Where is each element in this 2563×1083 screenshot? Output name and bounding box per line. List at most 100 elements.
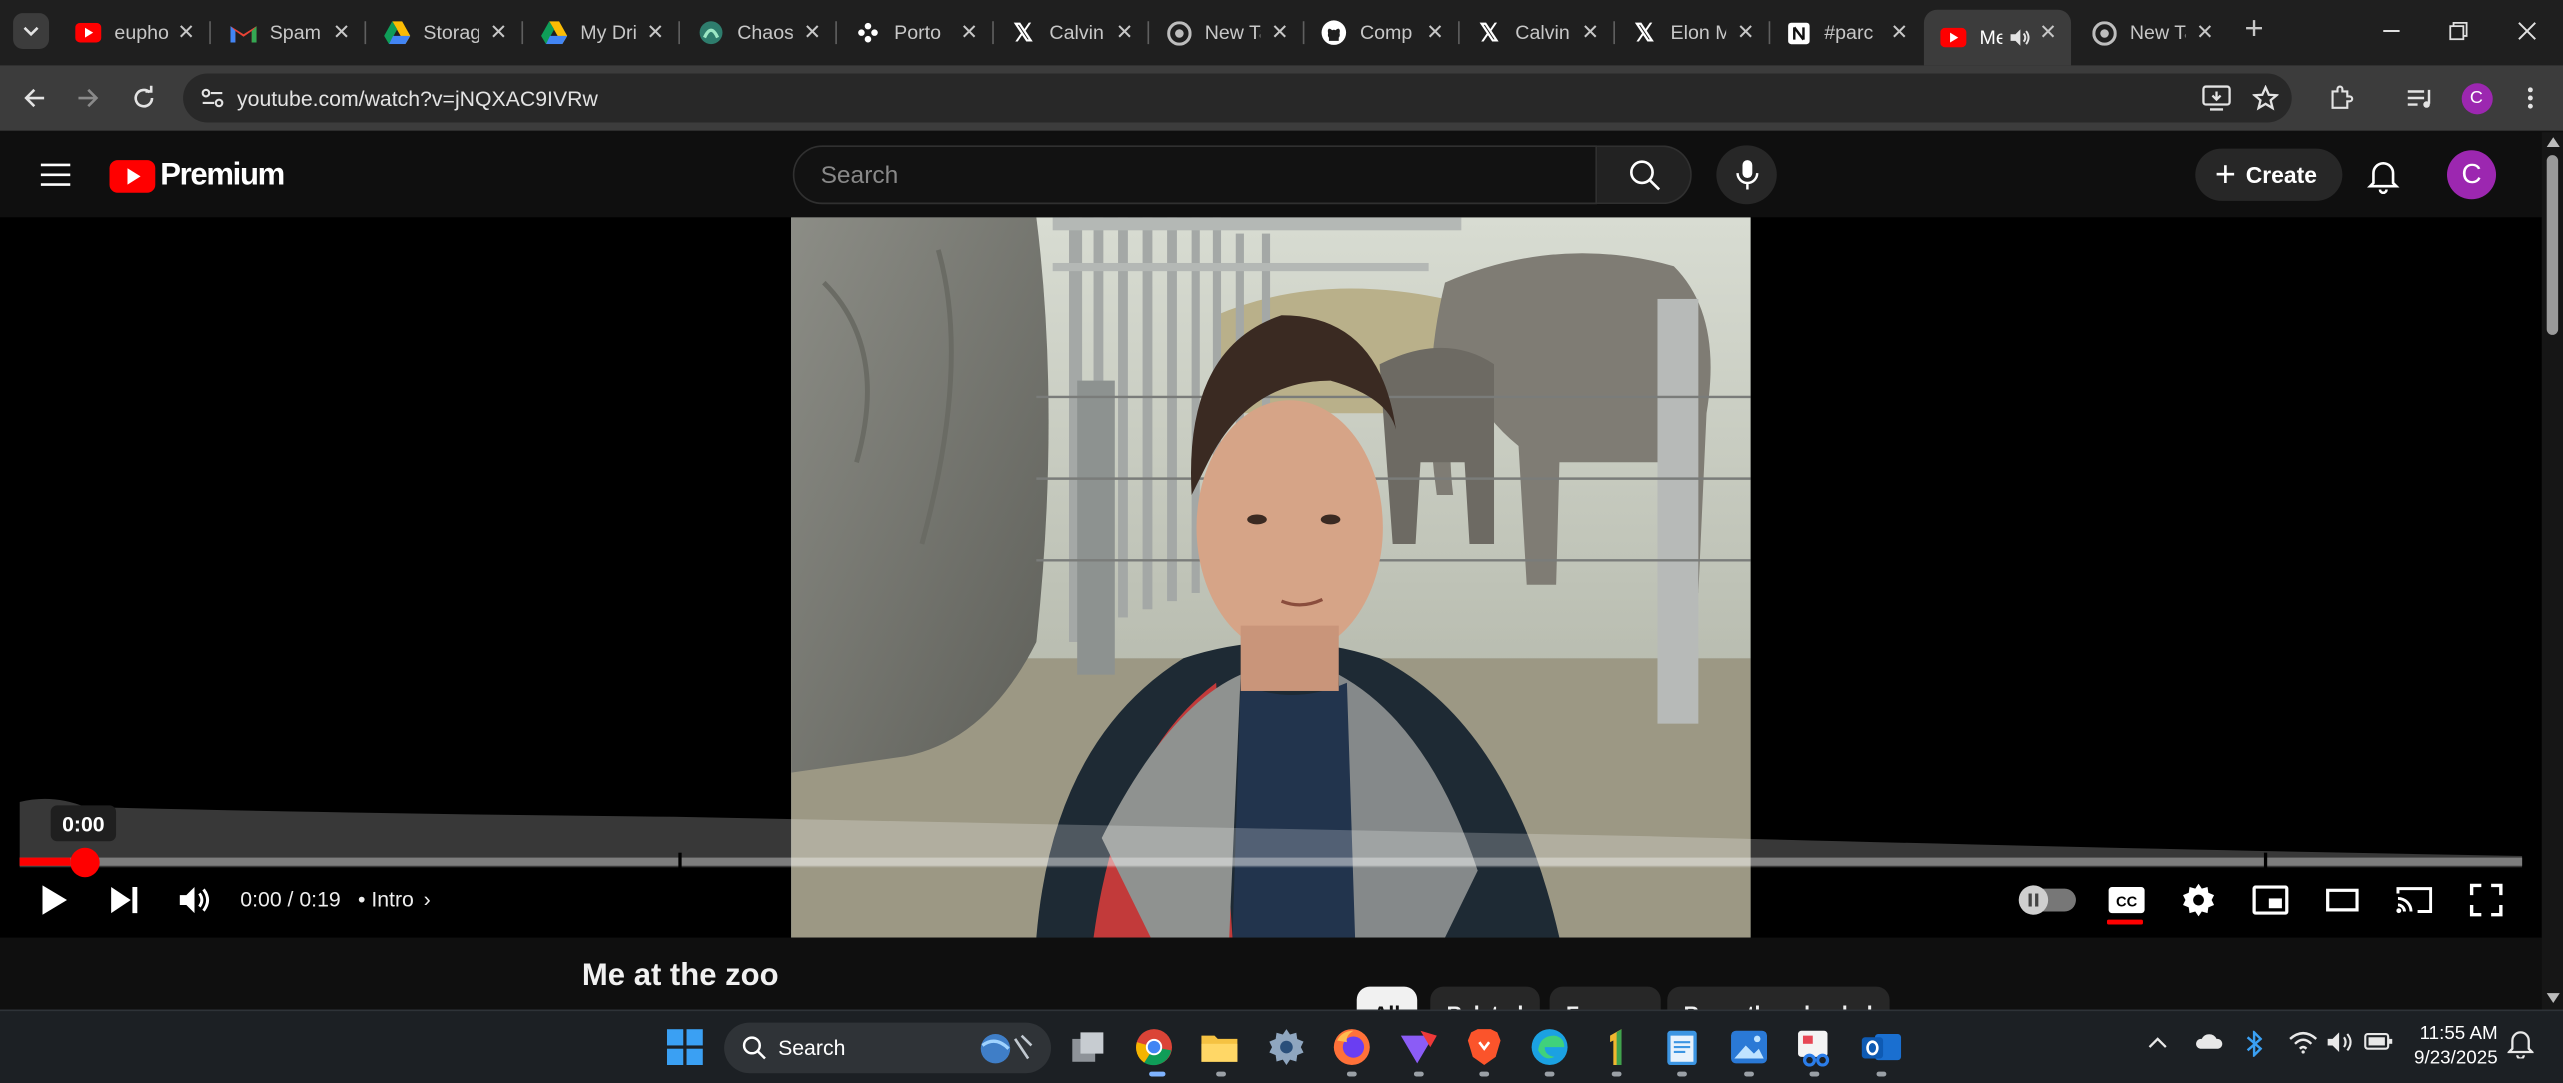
battery-icon[interactable]	[2364, 1031, 2393, 1056]
install-app-icon[interactable]	[2200, 82, 2233, 115]
browser-tab[interactable]: #parc ✕	[1769, 10, 1923, 56]
minimize-button[interactable]	[2359, 13, 2424, 49]
profile-avatar[interactable]: C	[2460, 82, 2493, 115]
close-tab-icon[interactable]: ✕	[799, 20, 825, 46]
search-box[interactable]	[792, 145, 1598, 205]
settings-button[interactable]	[2177, 880, 2219, 919]
bookmark-star-icon[interactable]	[2249, 82, 2282, 115]
close-tab-icon[interactable]: ✕	[329, 20, 355, 46]
new-tab-button[interactable]: +	[2238, 13, 2271, 48]
browser-tab[interactable]: euphoria ✕	[59, 10, 211, 56]
progress-bar[interactable]	[19, 852, 2523, 871]
close-tab-icon[interactable]: ✕	[1733, 20, 1759, 46]
browser-tab[interactable]: Storage ✕	[368, 10, 524, 56]
browser-tab[interactable]: 𝕏 Calvin ✕	[994, 10, 1150, 56]
theater-mode-button[interactable]	[2321, 880, 2363, 919]
photos-icon[interactable]	[1728, 1026, 1770, 1068]
browser-tab[interactable]: Porto ✕	[839, 10, 994, 56]
tab-search-button[interactable]	[13, 13, 50, 50]
chaos-icon	[698, 20, 724, 46]
fullscreen-button[interactable]	[2465, 880, 2507, 919]
mute-button[interactable]	[175, 880, 217, 919]
autoplay-toggle[interactable]	[2018, 885, 2076, 915]
browser-tab[interactable]: Spam ✕	[214, 10, 367, 56]
app-running-indicator	[1876, 1071, 1887, 1077]
taskbar-clock[interactable]: 11:55 AM 9/23/2025	[2403, 1023, 2498, 1072]
brave-icon[interactable]	[1463, 1026, 1505, 1068]
app-1-icon[interactable]	[1595, 1026, 1637, 1068]
chrome-active-indicator	[1149, 1071, 1166, 1077]
notepad-icon[interactable]	[1661, 1026, 1703, 1068]
video-player[interactable]: 0:00 0:00 / 0:19 • Intro › CC	[0, 217, 2542, 938]
play-button[interactable]	[34, 880, 73, 919]
scroll-up-arrow-icon[interactable]	[2546, 137, 2560, 148]
restore-button[interactable]	[2426, 13, 2491, 49]
close-tab-icon[interactable]: ✕	[956, 20, 982, 46]
browser-tab[interactable]: Chaos ✕	[682, 10, 837, 56]
captions-button[interactable]: CC	[2105, 880, 2147, 919]
extensions-icon[interactable]	[2324, 82, 2357, 115]
scroll-down-arrow-icon[interactable]	[2546, 993, 2560, 1003]
audio-playing-icon[interactable]	[2009, 28, 2032, 48]
settings-icon[interactable]	[1265, 1026, 1307, 1068]
onedrive-cloud-icon[interactable]	[2194, 1031, 2223, 1056]
bluetooth-icon[interactable]	[2246, 1029, 2263, 1062]
voice-search-button[interactable]	[1716, 145, 1777, 205]
scrollbar-thumb[interactable]	[2546, 155, 2559, 335]
browser-tab[interactable]: Comp ✕	[1304, 10, 1460, 56]
scrubber-handle[interactable]	[70, 847, 100, 878]
create-button[interactable]: + Create	[2195, 148, 2343, 201]
outlook-icon[interactable]	[1860, 1026, 1902, 1068]
firefox-icon[interactable]	[1331, 1026, 1373, 1068]
back-button[interactable]	[18, 82, 51, 115]
browser-tab[interactable]: New Tab ✕	[2074, 10, 2228, 56]
browser-tab[interactable]: 𝕏 Elon M ✕	[1615, 10, 1771, 56]
close-window-button[interactable]	[2494, 13, 2559, 49]
reload-button[interactable]	[127, 82, 160, 115]
close-tab-icon[interactable]: ✕	[173, 20, 199, 46]
tab-title: Spam	[269, 21, 321, 45]
close-tab-icon[interactable]: ✕	[642, 20, 668, 46]
media-controls-icon[interactable]	[2404, 82, 2437, 115]
notifications-bell-icon[interactable]	[2367, 158, 2403, 194]
search-input[interactable]	[817, 160, 1576, 192]
chapter-button[interactable]: • Intro ›	[358, 887, 431, 912]
x-icon: 𝕏	[1013, 19, 1034, 48]
windows-start-icon[interactable]	[664, 1026, 706, 1068]
address-bar[interactable]: youtube.com/watch?v=jNQXAC9IVRw	[183, 73, 2292, 123]
browser-tab-active[interactable]: Me ✕	[1923, 9, 2072, 66]
speaker-volume-icon[interactable]	[2326, 1031, 2355, 1059]
taskbar-search[interactable]: Search	[724, 1022, 1052, 1074]
page-scrollbar[interactable]	[2541, 132, 2563, 1012]
search-button[interactable]	[1597, 145, 1692, 205]
close-tab-icon[interactable]: ✕	[1886, 20, 1912, 46]
close-tab-icon[interactable]: ✕	[1112, 20, 1138, 46]
forward-button[interactable]	[72, 82, 105, 115]
browser-tab[interactable]: New Tab ✕	[1149, 10, 1305, 56]
close-tab-icon[interactable]: ✕	[1577, 20, 1603, 46]
site-info-icon[interactable]	[199, 85, 225, 119]
close-tab-icon[interactable]: ✕	[2192, 20, 2218, 46]
vivaldi-icon[interactable]	[1398, 1026, 1440, 1068]
browser-menu-icon[interactable]	[2514, 82, 2547, 115]
edge-icon[interactable]	[1528, 1026, 1570, 1068]
close-tab-icon[interactable]: ✕	[1267, 20, 1293, 46]
miniplayer-button[interactable]	[2249, 880, 2291, 919]
notifications-icon[interactable]	[2506, 1029, 2535, 1063]
browser-tab[interactable]: 𝕏 Calvin ✕	[1460, 10, 1615, 56]
wifi-icon[interactable]	[2288, 1031, 2318, 1059]
cast-button[interactable]	[2393, 880, 2435, 919]
task-view-icon[interactable]	[1067, 1026, 1109, 1068]
file-explorer-icon[interactable]	[1198, 1026, 1240, 1068]
browser-tab[interactable]: My Drive ✕	[525, 10, 680, 56]
account-avatar[interactable]: C	[2446, 150, 2497, 200]
close-tab-icon[interactable]: ✕	[1422, 20, 1448, 46]
guide-menu-icon[interactable]	[39, 158, 72, 191]
youtube-premium-logo[interactable]: Premium	[109, 158, 285, 194]
close-tab-icon[interactable]: ✕	[485, 20, 511, 46]
show-hidden-icons-chevron-icon[interactable]	[2148, 1031, 2168, 1056]
chrome-icon[interactable]	[1133, 1026, 1175, 1068]
next-button[interactable]	[105, 880, 144, 919]
close-tab-icon[interactable]: ✕	[2035, 20, 2061, 46]
snipping-tool-icon[interactable]	[1793, 1026, 1835, 1068]
